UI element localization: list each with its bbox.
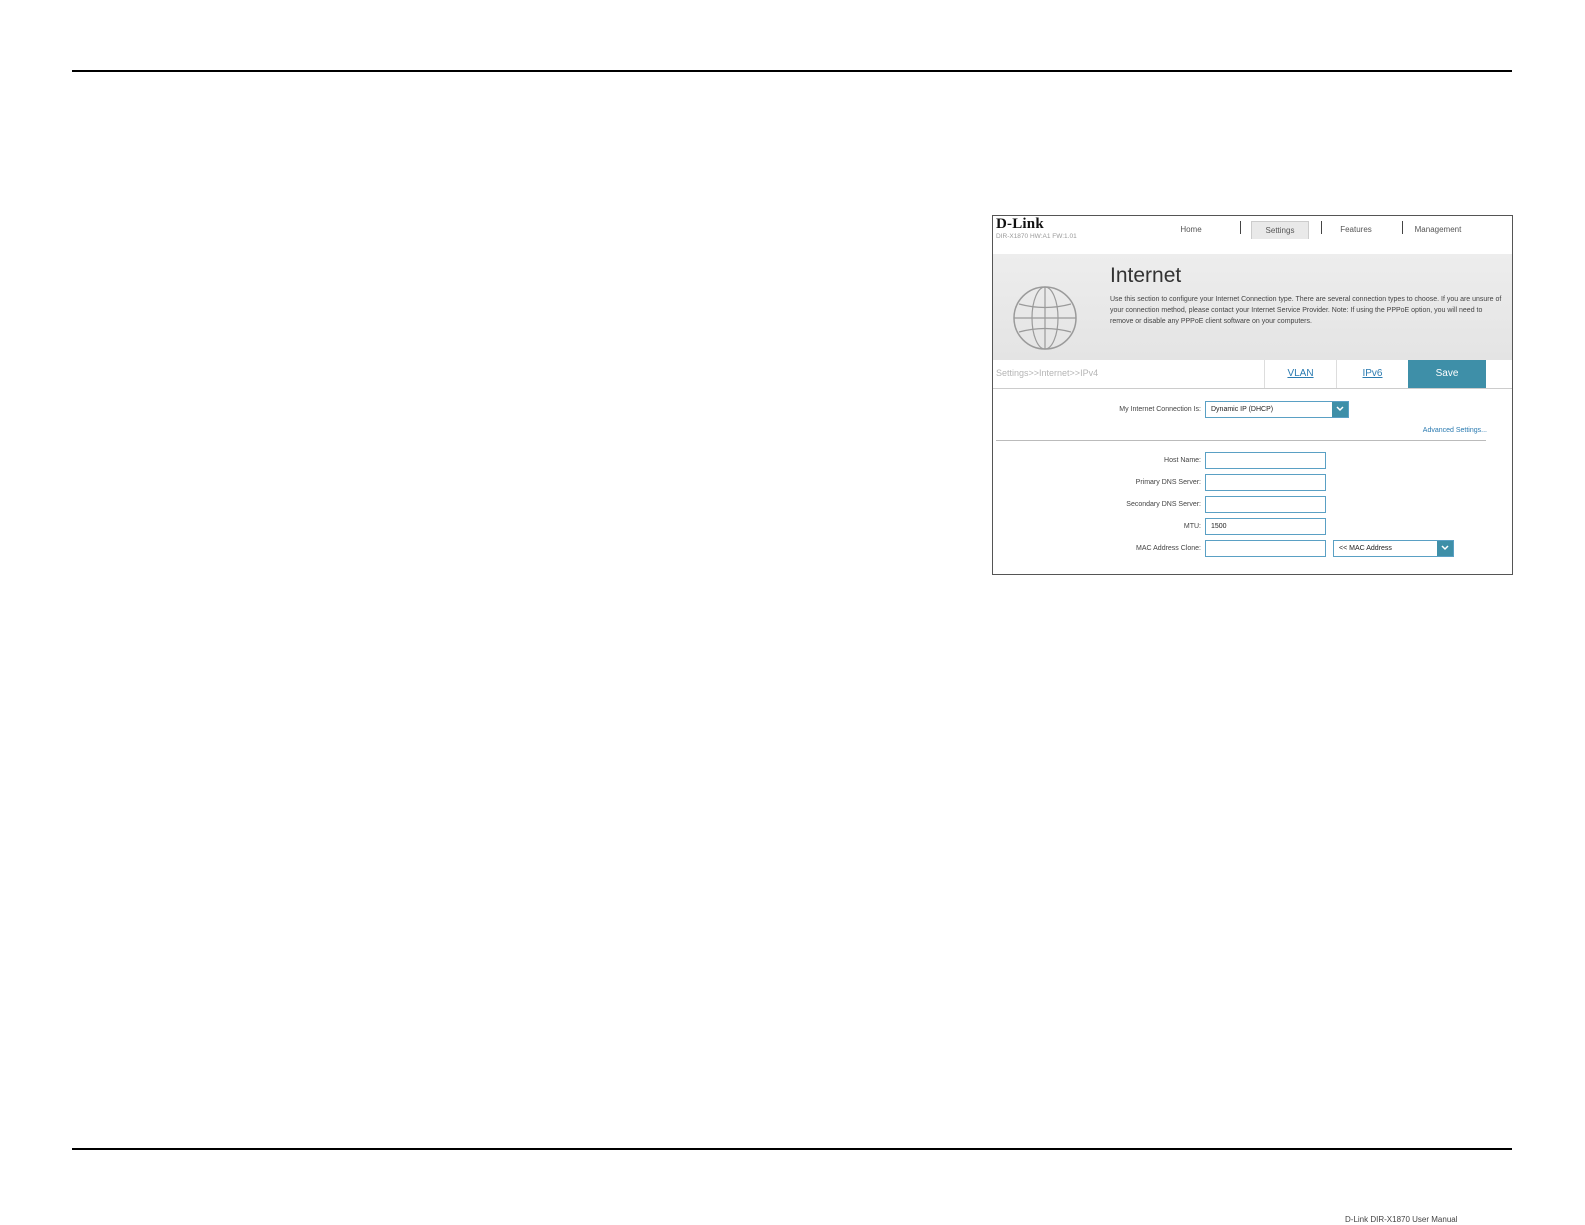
- host-name-input[interactable]: [1205, 452, 1326, 469]
- nav-home[interactable]: Home: [1171, 221, 1211, 239]
- page-footer: D-Link DIR-X1870 User Manual: [1345, 1215, 1458, 1224]
- nav-separator: [1321, 221, 1322, 234]
- mac-address-select-value: << MAC Address: [1339, 545, 1392, 552]
- connection-type-value: Dynamic IP (DHCP): [1211, 406, 1274, 413]
- nav-features[interactable]: Features: [1333, 221, 1379, 239]
- host-name-label: Host Name:: [1164, 457, 1201, 464]
- page-description: Use this section to configure your Inter…: [1110, 296, 1502, 325]
- bottom-rule: [72, 1148, 1512, 1150]
- tab-ipv6[interactable]: IPv6: [1336, 360, 1408, 388]
- tab-bar: Settings>>Internet>>IPv4 VLAN IPv6 Save: [993, 360, 1512, 389]
- page-title: Internet: [1110, 264, 1182, 287]
- advanced-settings-link[interactable]: Advanced Settings...: [1423, 427, 1487, 434]
- chevron-down-icon[interactable]: [1437, 541, 1453, 556]
- nav-settings[interactable]: Settings: [1251, 221, 1309, 239]
- connection-type-label: My Internet Connection Is:: [1119, 406, 1201, 413]
- internet-hero: Internet Use this section to configure y…: [993, 254, 1512, 360]
- save-button[interactable]: Save: [1408, 360, 1486, 388]
- router-header: D-Link DIR-X1870 HW:A1 FW:1.01 Home Sett…: [993, 216, 1512, 255]
- globe-icon: [1013, 286, 1077, 350]
- breadcrumb: Settings>>Internet>>IPv4: [996, 368, 1099, 378]
- mac-clone-label: MAC Address Clone:: [1136, 545, 1201, 552]
- secondary-dns-input[interactable]: [1205, 496, 1326, 513]
- model-info: DIR-X1870 HW:A1 FW:1.01: [996, 233, 1077, 240]
- dlink-logo: D-Link: [996, 216, 1044, 232]
- secondary-dns-label: Secondary DNS Server:: [1126, 501, 1201, 508]
- top-rule: [72, 70, 1512, 72]
- router-screenshot: D-Link DIR-X1870 HW:A1 FW:1.01 Home Sett…: [992, 215, 1513, 575]
- nav-management[interactable]: Management: [1403, 221, 1473, 239]
- mac-clone-input[interactable]: [1205, 540, 1326, 557]
- mtu-input[interactable]: 1500: [1205, 518, 1326, 535]
- primary-dns-input[interactable]: [1205, 474, 1326, 491]
- chevron-down-icon[interactable]: [1332, 402, 1348, 417]
- nav-separator: [1240, 221, 1241, 234]
- section-divider: [996, 440, 1486, 441]
- primary-dns-label: Primary DNS Server:: [1135, 479, 1201, 486]
- mtu-label: MTU:: [1183, 523, 1201, 530]
- mac-address-select[interactable]: << MAC Address: [1333, 540, 1454, 557]
- tab-vlan[interactable]: VLAN: [1264, 360, 1336, 388]
- connection-type-select[interactable]: Dynamic IP (DHCP): [1205, 401, 1349, 418]
